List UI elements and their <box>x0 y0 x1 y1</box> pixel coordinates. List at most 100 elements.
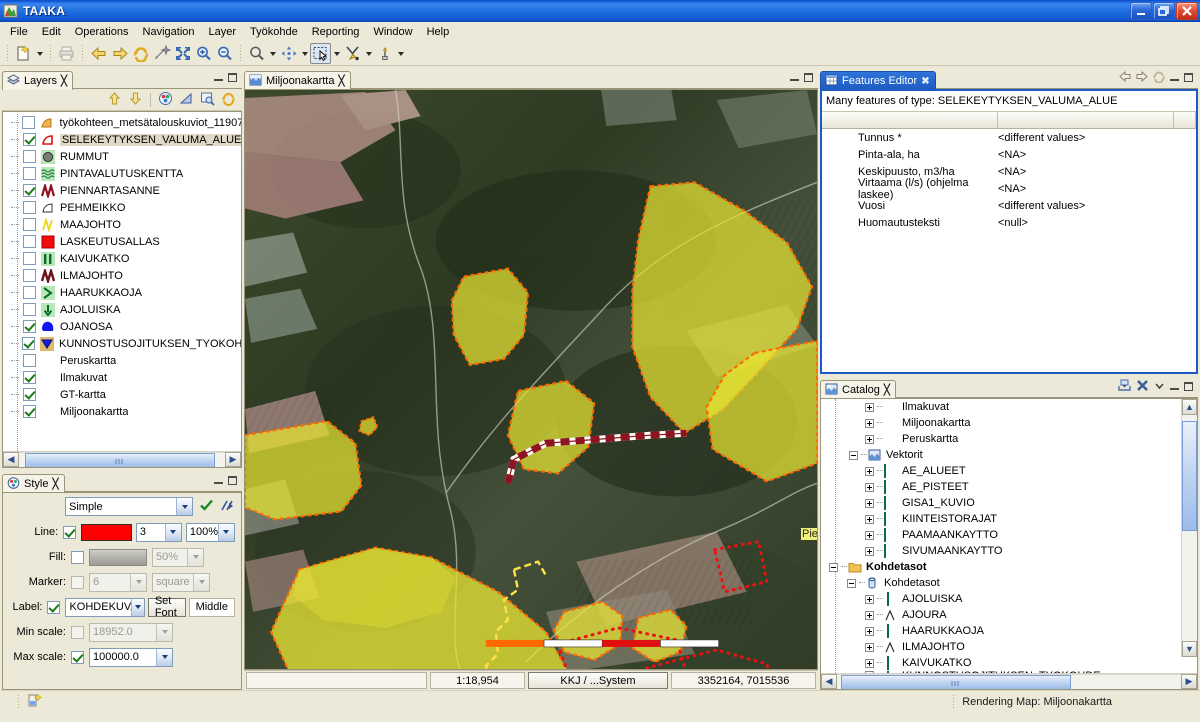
label-field-select[interactable]: KOHDEKUVAL <box>65 597 146 617</box>
tab-miljoonakartta[interactable]: Miljoonakartta ╳ <box>244 71 351 90</box>
catalog-item[interactable]: AJOURA <box>821 607 1197 623</box>
catalog-vertical-scrollbar[interactable]: ▲ ▼ <box>1181 399 1197 657</box>
minimize-icon[interactable] <box>789 72 800 83</box>
expand-icon[interactable] <box>865 546 874 556</box>
new-document-icon[interactable] <box>13 43 34 64</box>
menu-navigation[interactable]: Navigation <box>136 24 202 40</box>
expand-icon[interactable] <box>865 642 874 652</box>
expand-icon[interactable] <box>865 482 874 492</box>
menu-reporting[interactable]: Reporting <box>305 24 367 40</box>
set-font-button[interactable]: Set Font <box>147 595 187 619</box>
select-tool-dropdown-icon[interactable] <box>331 43 342 64</box>
expand-icon[interactable] <box>865 610 874 620</box>
fill-color-swatch[interactable] <box>89 548 147 566</box>
collapse-icon[interactable] <box>849 450 858 460</box>
layer-checkbox[interactable] <box>23 184 36 197</box>
fill-checkbox[interactable] <box>71 550 84 564</box>
line-opacity-select[interactable]: 100% <box>185 522 235 542</box>
min-scale-checkbox[interactable] <box>71 625 84 639</box>
tab-layers[interactable]: Layers ╳ <box>2 71 74 90</box>
catalog-item[interactable]: AE_PISTEET <box>821 479 1197 495</box>
attribute-value[interactable]: <different values> <box>998 200 1174 212</box>
maximize-icon[interactable] <box>227 72 238 83</box>
catalog-item[interactable]: Kohdetasot <box>821 575 1197 591</box>
max-scale-select[interactable]: 100000.0 <box>89 647 173 667</box>
expand-icon[interactable] <box>865 626 874 636</box>
next-feature-icon[interactable] <box>1135 70 1149 86</box>
layer-checkbox[interactable] <box>23 252 36 265</box>
fill-opacity-select[interactable]: 50% <box>152 547 204 567</box>
marker-checkbox[interactable] <box>71 575 84 589</box>
layer-checkbox[interactable] <box>23 286 36 299</box>
tab-features-editor[interactable]: Features Editor ✖ <box>820 71 936 90</box>
new-document-dropdown-icon[interactable] <box>34 43 45 64</box>
collapse-icon[interactable] <box>847 578 856 588</box>
column-extra[interactable] <box>1174 112 1196 128</box>
expand-icon[interactable] <box>865 402 874 412</box>
expand-icon[interactable] <box>865 658 874 668</box>
expand-icon[interactable] <box>865 514 874 524</box>
scroll-left-icon[interactable]: ◀ <box>821 674 837 689</box>
menu-help[interactable]: Help <box>420 24 457 40</box>
map-canvas[interactable] <box>245 90 817 669</box>
clear-selection-icon[interactable] <box>151 43 172 64</box>
toolbar-grip[interactable] <box>5 44 10 63</box>
layer-row[interactable]: Peruskartta <box>3 352 241 369</box>
min-scale-select[interactable]: 18952.0 <box>89 622 173 642</box>
edit-geometry-dropdown-icon[interactable] <box>363 43 374 64</box>
style-mode-select[interactable]: Simple <box>65 497 193 516</box>
layer-row[interactable]: GT-kartta <box>3 386 241 403</box>
layer-row[interactable]: SELEKEYTYKSEN_VALUMA_ALUE <box>3 131 241 148</box>
feature-attribute-row[interactable]: Vuosi <different values> <box>822 197 1196 214</box>
minimize-icon[interactable] <box>1169 381 1180 392</box>
scroll-up-icon[interactable]: ▲ <box>1182 399 1197 415</box>
scroll-thumb-vertical[interactable] <box>1182 421 1197 531</box>
label-placement-button[interactable]: Middle <box>188 597 235 617</box>
zoom-out-icon[interactable] <box>214 43 235 64</box>
menu-tyokohde[interactable]: Työkohde <box>243 24 305 40</box>
catalog-item[interactable]: Vektorit <box>821 447 1197 463</box>
catalog-horizontal-scrollbar[interactable]: ◀ ▶ <box>821 673 1197 689</box>
feature-attribute-row[interactable]: Pinta-ala, ha <NA> <box>822 146 1196 163</box>
back-arrow-icon[interactable] <box>88 43 109 64</box>
layers-horizontal-scrollbar[interactable]: ◀ ▶ <box>3 451 241 467</box>
scroll-thumb[interactable] <box>25 453 215 467</box>
apply-check-icon[interactable] <box>199 498 214 515</box>
chevron-down-icon[interactable] <box>156 648 172 666</box>
line-width-select[interactable]: 3 <box>135 522 182 542</box>
label-checkbox[interactable] <box>47 600 61 614</box>
marker-size-select[interactable]: 6 <box>89 572 147 592</box>
layer-row[interactable]: HAARUKKAOJA <box>3 284 241 301</box>
menu-operations[interactable]: Operations <box>68 24 136 40</box>
chevron-down-icon[interactable] <box>164 523 181 541</box>
map-canvas-container[interactable]: Selk. valuma-alue 19 Piennartasanne Vas.… <box>245 90 817 669</box>
refresh-icon[interactable] <box>1152 70 1166 86</box>
minimize-button[interactable] <box>1130 2 1152 20</box>
refresh-icon[interactable] <box>130 43 151 64</box>
menu-layer[interactable]: Layer <box>202 24 244 40</box>
line-checkbox[interactable] <box>63 525 77 539</box>
layer-checkbox[interactable] <box>23 269 36 282</box>
attribute-value[interactable]: <NA> <box>998 149 1174 161</box>
minimize-icon[interactable] <box>213 475 224 486</box>
style-icon[interactable] <box>158 91 173 109</box>
layer-row[interactable]: Miljoonakartta <box>3 403 241 420</box>
expand-icon[interactable] <box>865 418 874 428</box>
minimize-icon[interactable] <box>213 72 224 83</box>
column-attribute[interactable] <box>822 112 998 128</box>
close-icon[interactable]: ╳ <box>338 76 344 87</box>
chevron-down-icon[interactable] <box>130 573 146 591</box>
toolbar-grip-4[interactable] <box>238 44 243 63</box>
maximize-icon[interactable] <box>1183 72 1194 83</box>
chevron-down-icon[interactable] <box>217 523 234 541</box>
catalog-item[interactable]: Peruskartta <box>821 431 1197 447</box>
layer-checkbox[interactable] <box>23 371 36 384</box>
catalog-item[interactable]: Ilmakuvat <box>821 399 1197 415</box>
layer-row[interactable]: LASKEUTUSALLAS <box>3 233 241 250</box>
layer-checkbox[interactable] <box>23 405 36 418</box>
restore-button[interactable] <box>1153 2 1175 20</box>
close-icon[interactable]: ✖ <box>921 76 929 87</box>
menu-file[interactable]: File <box>3 24 35 40</box>
forward-arrow-icon[interactable] <box>109 43 130 64</box>
tab-style[interactable]: Style ╳ <box>2 474 65 493</box>
